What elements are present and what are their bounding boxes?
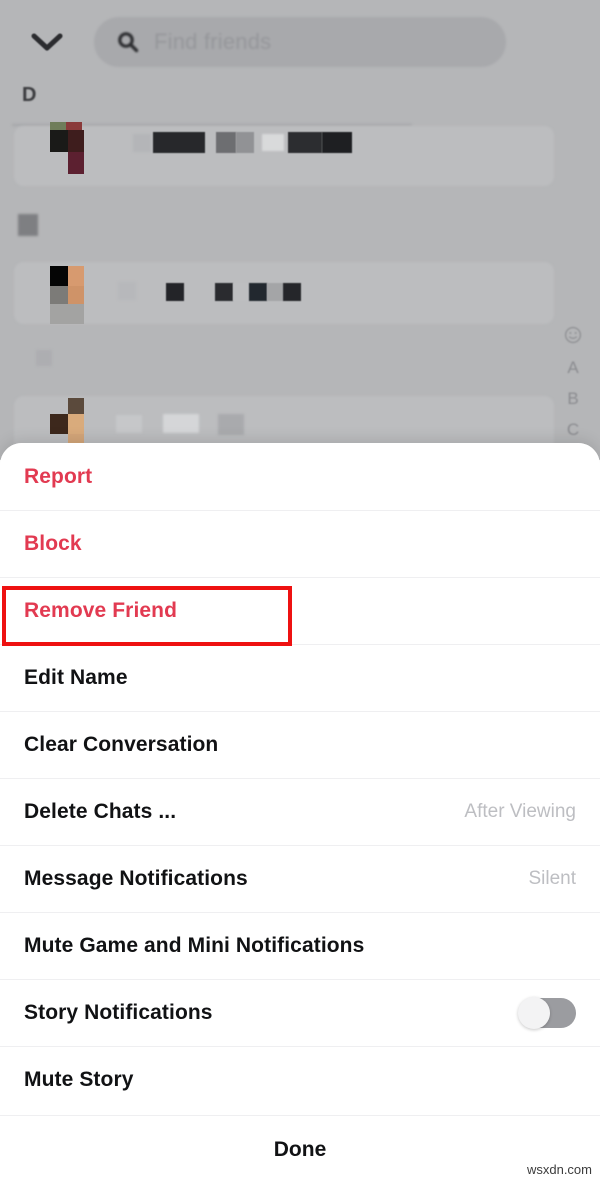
app-top-bar: Find friends [0,0,600,82]
menu-item-block[interactable]: Block [0,510,600,577]
censored-name-block [116,415,142,433]
section-header-letter: D [22,84,37,106]
action-sheet: Report Block Remove Friend Edit Name Cle… [0,443,600,1183]
menu-item-value: Silent [528,867,576,889]
censored-name-block [118,282,136,300]
alphabet-index-letter[interactable]: B [567,390,578,407]
search-input[interactable]: Find friends [94,17,506,67]
search-placeholder: Find friends [154,29,272,54]
menu-item-delete-chats[interactable]: Delete Chats ... After Viewing [0,778,600,845]
watermark: wsxdn.com [526,1162,592,1177]
action-sheet-menu: Report Block Remove Friend Edit Name Cle… [0,443,600,1113]
alphabet-index-letter[interactable]: A [567,359,578,376]
censored-name-block [283,283,301,301]
menu-item-label: Message Notifications [24,866,248,890]
censored-name-block [236,132,254,153]
censored-name-block [288,132,322,153]
story-notifications-toggle[interactable] [518,996,576,1029]
censored-name-block [249,283,267,301]
menu-item-story-notifications[interactable]: Story Notifications [0,979,600,1046]
menu-item-label: Edit Name [24,665,128,689]
search-icon [116,30,140,54]
chevron-down-icon[interactable] [26,24,68,60]
menu-item-label: Mute Game and Mini Notifications [24,933,365,957]
censored-name-block [215,283,233,301]
done-button[interactable]: Done [0,1116,600,1183]
alphabet-index[interactable]: A B C D [560,326,586,460]
censored-name-block [133,134,151,152]
menu-item-mute-story[interactable]: Mute Story [0,1046,600,1113]
background-app: Find friends D A B C [0,0,600,460]
done-button-label: Done [273,1137,327,1161]
menu-item-value: After Viewing [464,800,576,822]
censored-badge [18,214,38,236]
censored-name-block [166,283,184,301]
censored-name-block [163,414,199,433]
censored-name-block [262,134,284,151]
toggle-knob [518,996,550,1029]
menu-item-label: Remove Friend [24,598,178,622]
menu-item-label: Delete Chats ... [24,799,177,823]
screen-root: Find friends D A B C Report Block Remove… [0,0,600,1183]
menu-item-message-notifications[interactable]: Message Notifications Silent [0,845,600,912]
censored-name-block [218,414,244,435]
menu-item-label: Block [24,531,82,555]
menu-item-mute-game-and-mini-notifications[interactable]: Mute Game and Mini Notifications [0,912,600,979]
censored-name-block [153,132,205,153]
censored-badge [36,350,52,366]
censored-name-block [267,283,283,301]
menu-item-report[interactable]: Report [0,443,600,510]
censored-name-block [216,132,236,153]
menu-item-clear-conversation[interactable]: Clear Conversation [0,711,600,778]
alphabet-index-letter[interactable]: C [567,421,579,438]
censored-name-block [233,283,249,301]
smiley-face-icon[interactable] [564,326,582,349]
menu-item-label: Mute Story [24,1067,134,1091]
menu-item-edit-name[interactable]: Edit Name [0,644,600,711]
menu-item-label: Story Notifications [24,1000,213,1024]
friend-row-card[interactable] [14,126,554,186]
menu-item-label: Report [24,464,93,488]
censored-name-block [322,132,352,153]
menu-item-label: Clear Conversation [24,732,219,756]
menu-item-remove-friend[interactable]: Remove Friend [0,577,600,644]
